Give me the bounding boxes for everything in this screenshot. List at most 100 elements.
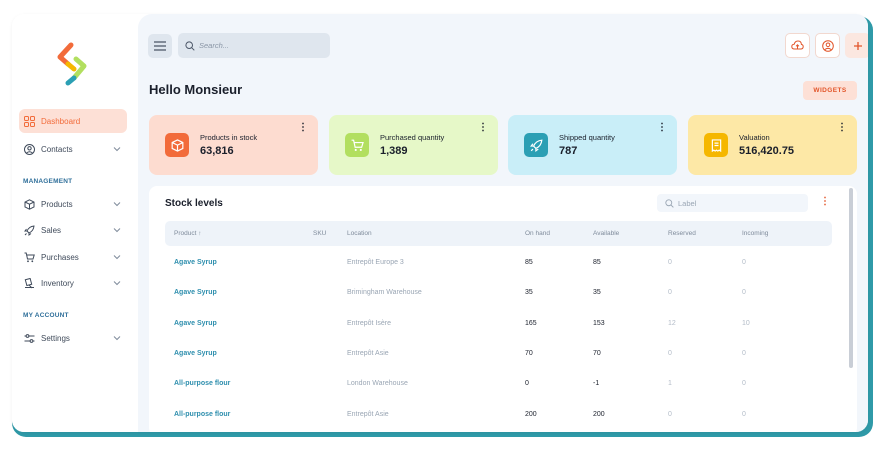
cell-reserved: 0 (668, 411, 672, 418)
column-header-on-hand[interactable]: On hand (525, 230, 550, 237)
stat-value: 63,816 (200, 145, 234, 157)
menu-toggle-button[interactable] (148, 34, 172, 58)
table-row[interactable]: Agave Syrup Entrepôt Isère 165 153 12 10 (165, 309, 832, 339)
cell-incoming: 10 (742, 320, 750, 327)
cell-location: Brimingham Warehouse (347, 289, 422, 296)
section-label-management: MANAGEMENT (23, 178, 73, 185)
column-header-sku[interactable]: SKU (313, 230, 326, 237)
cell-available: 70 (593, 350, 601, 357)
cell-available: 153 (593, 320, 605, 327)
table-row[interactable]: Agave Syrup Entrepôt Europe 3 85 85 0 0 (165, 248, 832, 278)
table-header: Product ↑ SKU Location On hand Available… (165, 221, 832, 246)
sidebar: Dashboard Contacts MANAGEMENT Products S… (12, 14, 138, 432)
stat-label: Shipped quantity (559, 133, 615, 142)
cell-available: 85 (593, 259, 601, 266)
stat-card-valuation: Valuation 516,420.75 ⋮ (688, 115, 857, 175)
cell-incoming: 0 (742, 289, 746, 296)
cloud-upload-icon (791, 40, 804, 50)
sidebar-item-settings[interactable]: Settings (19, 326, 127, 350)
sidebar-item-sales[interactable]: Sales (19, 218, 127, 242)
widgets-button[interactable]: WIDGETS (803, 81, 857, 100)
chevron-down-icon (113, 228, 121, 233)
kebab-menu-icon[interactable]: ⋮ (478, 123, 488, 133)
stat-card-shipped-quantity: Shipped quantity 787 ⋮ (508, 115, 677, 175)
add-button[interactable] (845, 33, 868, 58)
column-header-location[interactable]: Location (347, 230, 372, 237)
cell-reserved: 0 (668, 289, 672, 296)
cell-product[interactable]: All-purpose flour (174, 411, 230, 418)
cart-icon (345, 133, 369, 157)
kebab-menu-icon[interactable]: ⋮ (837, 123, 847, 133)
table-row[interactable]: Agave Syrup Brimingham Warehouse 35 35 0… (165, 278, 832, 308)
column-header-product[interactable]: Product ↑ (174, 230, 201, 237)
column-header-available[interactable]: Available (593, 230, 619, 237)
sidebar-item-label: Sales (41, 225, 62, 235)
search-input[interactable]: Search... (178, 33, 330, 58)
cell-on-hand: 35 (525, 289, 533, 296)
search-icon (185, 40, 195, 51)
user-circle-icon (821, 39, 834, 52)
page-greeting: Hello Monsieur (149, 82, 243, 97)
cell-product[interactable]: Agave Syrup (174, 289, 217, 296)
box-icon (23, 198, 35, 210)
column-header-incoming[interactable]: Incoming (742, 230, 768, 237)
label-filter-input[interactable]: Label (657, 194, 808, 212)
cell-on-hand: 0 (525, 380, 529, 387)
cell-product[interactable]: Agave Syrup (174, 350, 217, 357)
sidebar-item-purchases[interactable]: Purchases (19, 245, 127, 269)
stat-value: 1,389 (380, 145, 408, 157)
chevron-down-icon (113, 281, 121, 286)
stat-card-purchased-quantity: Purchased quantity 1,389 ⋮ (329, 115, 498, 175)
stat-value: 787 (559, 145, 578, 157)
rocket-icon (524, 133, 548, 157)
sidebar-item-products[interactable]: Products (19, 192, 127, 216)
column-header-reserved[interactable]: Reserved (668, 230, 696, 237)
kebab-menu-icon[interactable]: ⋮ (657, 123, 667, 133)
cell-product[interactable]: All-purpose flour (174, 380, 230, 387)
cell-location: Entrepôt Europe 3 (347, 259, 404, 266)
table-row[interactable]: All-purpose flour Entrepôt Asie 200 200 … (165, 400, 832, 430)
kebab-menu-icon[interactable]: ⋮ (820, 197, 830, 207)
cell-on-hand: 165 (525, 320, 537, 327)
scrollbar[interactable] (849, 188, 853, 368)
search-placeholder: Search... (199, 41, 230, 50)
main-content: Search... Hello Monsieur WIDGETS Product… (138, 14, 868, 432)
box-icon (165, 133, 189, 157)
cell-reserved: 12 (668, 320, 676, 327)
cell-product[interactable]: Agave Syrup (174, 320, 217, 327)
cart-icon (23, 251, 35, 263)
stat-label: Valuation (739, 133, 770, 142)
app-logo (57, 42, 87, 86)
table-row[interactable]: Agave Syrup Entrepôt Asie 70 70 0 0 (165, 339, 832, 369)
table-row[interactable]: All-purpose flour London Warehouse 0 -1 … (165, 369, 832, 399)
account-button[interactable] (815, 33, 840, 58)
rocket-icon (23, 224, 35, 236)
app-window: Dashboard Contacts MANAGEMENT Products S… (12, 14, 868, 432)
cell-reserved: 0 (668, 259, 672, 266)
sidebar-item-inventory[interactable]: Inventory (19, 271, 127, 295)
cell-product[interactable]: Agave Syrup (174, 259, 217, 266)
sliders-icon (23, 332, 35, 344)
panel-title: Stock levels (165, 198, 223, 209)
cell-incoming: 0 (742, 259, 746, 266)
section-label-my-account: MY ACCOUNT (23, 312, 69, 319)
sidebar-item-dashboard[interactable]: Dashboard (19, 109, 127, 133)
cell-location: Entrepôt Asie (347, 350, 389, 357)
sidebar-item-label: Settings (41, 333, 70, 343)
sidebar-item-contacts[interactable]: Contacts (19, 137, 127, 161)
plus-icon (853, 41, 862, 50)
cell-on-hand: 85 (525, 259, 533, 266)
cloud-upload-button[interactable] (785, 33, 810, 58)
cell-reserved: 0 (668, 350, 672, 357)
chevron-down-icon (113, 336, 121, 341)
stat-value: 516,420.75 (739, 145, 795, 157)
inventory-icon (23, 277, 35, 289)
sidebar-item-label: Contacts (41, 144, 73, 154)
stock-levels-panel: Stock levels Label ⋮ Product ↑ SKU Locat… (149, 186, 857, 432)
stat-label: Purchased quantity (380, 133, 445, 142)
cell-incoming: 0 (742, 411, 746, 418)
search-icon (665, 198, 674, 208)
kebab-menu-icon[interactable]: ⋮ (298, 123, 308, 133)
cell-incoming: 0 (742, 380, 746, 387)
user-circle-icon (23, 143, 35, 155)
